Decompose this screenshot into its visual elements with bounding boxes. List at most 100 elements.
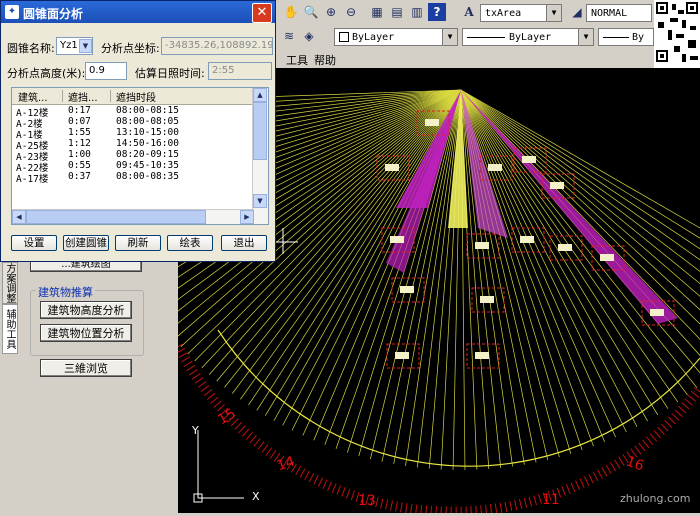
y-axis-label: Y — [192, 424, 199, 437]
layer-icon[interactable]: ≋ — [280, 27, 298, 45]
help-icon[interactable]: ? — [428, 3, 446, 21]
refresh-button[interactable]: 刷新 — [115, 235, 161, 251]
dial-arc — [173, 343, 700, 516]
column-divider — [62, 90, 63, 102]
cone-ray — [460, 89, 583, 451]
dim-style-value: NORMAL — [591, 8, 628, 19]
building-height-button[interactable]: 建筑物高度分析 — [40, 301, 132, 319]
list-row[interactable]: A-22楼 0:55 09:45-10:35 — [12, 160, 252, 174]
text-style-combo[interactable]: txArea ▼ — [480, 4, 562, 22]
chevron-down-icon: ▼ — [546, 5, 561, 21]
color-combo[interactable]: ByLayer ▼ — [334, 28, 458, 46]
cell-period: 08:00-08:05 — [116, 116, 179, 127]
linetype-sample-icon — [467, 36, 505, 38]
draw-table-button[interactable]: 绘表 — [167, 235, 213, 251]
building-position-button[interactable]: 建筑物位置分析 — [40, 324, 132, 342]
text-style-icon[interactable]: A — [460, 3, 478, 21]
coord-field[interactable]: -34835.26,108892.19,90 — [161, 37, 273, 55]
menu-help[interactable]: 帮助 — [314, 52, 336, 68]
standard-toolbar: ✋ 🔍 ⊕ ⊖ ▦ ▤ ▥ ? A txArea ▼ ◢ NORMAL — [276, 0, 700, 27]
height-field[interactable]: 0.9 — [85, 62, 127, 80]
3d-browse-button[interactable]: 三維浏览 — [40, 359, 132, 377]
column-divider — [110, 90, 111, 102]
building-calc-title: 建筑物推算 — [36, 284, 95, 300]
tab-assist[interactable]: 辅助工具 — [2, 304, 18, 354]
building-label-block — [522, 156, 536, 163]
scroll-right-icon[interactable]: ▶ — [240, 210, 254, 224]
qr-code-image — [654, 0, 700, 68]
dial-label-13: 13 — [358, 493, 376, 509]
list-row[interactable]: A-2楼 0:07 08:00-08:05 — [12, 116, 252, 130]
linetype-combo[interactable]: ByLayer ▼ — [462, 28, 594, 46]
tab-scheme[interactable]: 方案调整 — [2, 262, 18, 304]
design-center-icon[interactable]: ▤ — [388, 3, 406, 21]
close-icon[interactable]: ✕ — [252, 3, 272, 23]
cell-duration: 0:37 — [68, 171, 91, 182]
scroll-thumb[interactable] — [253, 102, 267, 160]
exit-button[interactable]: 退出 — [221, 235, 267, 251]
building-label-block — [520, 236, 534, 243]
hscroll-thumb[interactable] — [26, 210, 206, 224]
cell-period: 08:00-08:15 — [116, 105, 179, 116]
zoom-window-icon[interactable]: ⊕ — [322, 3, 340, 21]
list-row[interactable]: A-23楼 1:00 08:20-09:15 — [12, 149, 252, 163]
cell-period: 14:50-16:00 — [116, 138, 179, 149]
cone-ray — [460, 89, 698, 389]
app-icon: ✦ — [5, 5, 19, 19]
building-label-block — [600, 254, 614, 261]
cone-name-select[interactable]: Yz1 ▼ — [56, 37, 93, 55]
properties-icon[interactable]: ▦ — [368, 3, 386, 21]
column-header-building[interactable]: 建筑... — [18, 89, 48, 104]
dim-style-combo[interactable]: NORMAL — [586, 4, 652, 22]
lineweight-value: By — [632, 32, 645, 43]
list-row[interactable]: A-1楼 1:55 13:10-15:00 — [12, 127, 252, 141]
tool-palette-icon[interactable]: ▥ — [408, 3, 426, 21]
lineweight-combo[interactable]: By — [598, 28, 654, 46]
sunlight-field: 2:55 — [208, 62, 272, 80]
scroll-down-icon[interactable]: ▼ — [253, 194, 267, 208]
cone-ray — [273, 89, 462, 421]
height-value: 0.9 — [89, 65, 105, 76]
cell-duration: 0:17 — [68, 105, 91, 116]
horizontal-scrollbar[interactable]: ◀ ▶ — [12, 209, 254, 224]
dimension-style-icon[interactable]: ◢ — [568, 3, 586, 21]
dialog-titlebar[interactable]: ✦ 圆锥面分析 ✕ — [1, 1, 275, 23]
create-cone-button[interactable]: 创建圆锥 — [63, 235, 109, 251]
column-header-duration[interactable]: 遮挡... — [68, 89, 98, 104]
building-label-block — [400, 286, 414, 293]
shading-list[interactable]: 建筑... 遮挡... 遮挡时段 A-12楼 0:17 08:00-08:15 A-2… — [11, 87, 269, 225]
cell-period: 08:20-09:15 — [116, 149, 179, 160]
sunlight-value: 2:55 — [212, 65, 235, 76]
linetype-value: ByLayer — [509, 32, 552, 43]
layer-previous-icon[interactable]: ◈ — [300, 27, 318, 45]
pan-icon[interactable]: ✋ — [282, 3, 300, 21]
list-row[interactable]: A-12楼 0:17 08:00-08:15 — [12, 105, 252, 119]
dialog-title: 圆锥面分析 — [23, 7, 84, 21]
cell-duration: 1:55 — [68, 127, 91, 138]
cone-name-value: Yz1 — [60, 40, 78, 51]
zoom-realtime-icon[interactable]: 🔍 — [302, 3, 320, 21]
cone-ray — [460, 89, 502, 468]
building-label-block — [425, 119, 439, 126]
menu-bar: 工具 帮助 — [276, 48, 656, 68]
cell-building: A-17楼 — [16, 174, 49, 185]
coord-value: -34835.26,108892.19,90 — [165, 40, 273, 51]
chevron-down-icon: ▼ — [578, 29, 593, 45]
watermark: zhulong.com — [620, 492, 691, 505]
building-label-block — [480, 296, 494, 303]
list-row[interactable]: A-25楼 1:12 14:50-16:00 — [12, 138, 252, 152]
building-label-block — [488, 164, 502, 171]
scroll-up-icon[interactable]: ▲ — [253, 88, 267, 102]
column-header-period[interactable]: 遮挡时段 — [116, 89, 156, 104]
settings-button[interactable]: 设置 — [11, 235, 57, 251]
chevron-down-icon: ▼ — [442, 29, 457, 45]
building-label-block — [475, 352, 489, 359]
cone-ray — [248, 89, 462, 406]
scroll-left-icon[interactable]: ◀ — [12, 210, 26, 224]
zoom-previous-icon[interactable]: ⊖ — [342, 3, 360, 21]
menu-tools[interactable]: 工具 — [286, 52, 308, 68]
building-label-block — [390, 236, 404, 243]
building-label-block — [395, 352, 409, 359]
list-row[interactable]: A-17楼 0:37 08:00-08:35 — [12, 171, 252, 185]
vertical-scrollbar[interactable]: ▲ ▼ — [252, 88, 268, 224]
